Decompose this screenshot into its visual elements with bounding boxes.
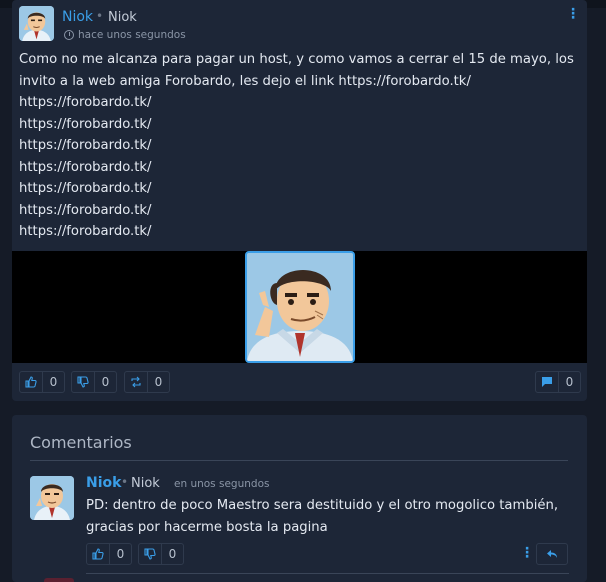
character-illustration [247, 253, 353, 361]
avatar-portrait [30, 476, 74, 520]
thumbs-up-icon [87, 544, 109, 564]
post-link[interactable]: https://forobardo.tk/ [19, 135, 579, 157]
author-handle[interactable]: Niok [108, 10, 137, 25]
dislike-count: 0 [161, 544, 183, 564]
comment-actions: 0 0 ⋮ [86, 543, 576, 565]
post-link[interactable]: https://forobardo.tk/ [19, 200, 579, 222]
comment-author-name[interactable]: Niok [86, 475, 121, 491]
comment-avatar[interactable] [30, 476, 74, 520]
reply-button[interactable] [536, 543, 568, 565]
comment-like-button[interactable]: 0 [86, 543, 132, 565]
divider [86, 573, 569, 574]
kebab-icon[interactable]: ⋮ [520, 545, 534, 561]
post-media [12, 251, 587, 363]
like-button[interactable]: 0 [19, 371, 65, 393]
thumbs-up-icon [20, 372, 42, 392]
thumbs-down-icon [72, 372, 94, 392]
post-body: Como no me alcanza para pagar un host, y… [19, 49, 579, 243]
author-name[interactable]: Niok [62, 9, 93, 25]
avatar[interactable] [19, 6, 54, 41]
divider [30, 460, 568, 461]
comment-button[interactable]: 0 [535, 371, 581, 393]
post-line: Como no me alcanza para pagar un host, y… [19, 52, 574, 89]
time-text: hace unos segundos [78, 29, 186, 41]
dislike-button[interactable]: 0 [71, 371, 117, 393]
post-card: Niok • Niok hace unos segundos ⋮ Como no… [12, 0, 587, 401]
post-link[interactable]: https://forobardo.tk/ [19, 157, 579, 179]
post-link[interactable]: https://forobardo.tk/ [19, 221, 579, 243]
dislike-count: 0 [94, 372, 116, 392]
post-link[interactable]: https://forobardo.tk/ [19, 178, 579, 200]
comments-title: Comentarios [30, 433, 132, 452]
separator-dot: • [96, 9, 104, 23]
post-link[interactable]: https://forobardo.tk/ [19, 92, 579, 114]
comment-dislike-button[interactable]: 0 [138, 543, 184, 565]
comment-timestamp: en unos segundos [174, 478, 270, 490]
post-timestamp: hace unos segundos [64, 29, 186, 41]
separator-dot: • [121, 475, 129, 489]
comment-count: 0 [558, 372, 580, 392]
reply-icon [547, 550, 557, 558]
like-count: 0 [42, 372, 64, 392]
clock-icon [64, 30, 74, 40]
share-button[interactable]: 0 [124, 371, 170, 393]
comment-icon [536, 372, 558, 392]
comment-text: PD: dentro de poco Maestro sera destitui… [86, 498, 559, 535]
post-actions: 0 0 0 0 [12, 371, 587, 394]
post-link[interactable]: https://forobardo.tk/ [19, 114, 579, 136]
kebab-icon[interactable]: ⋮ [566, 6, 580, 22]
repost-icon [125, 372, 147, 392]
share-count: 0 [147, 372, 169, 392]
like-count: 0 [109, 544, 131, 564]
thumbs-down-icon [139, 544, 161, 564]
next-comment-avatar [44, 578, 74, 582]
avatar-portrait [19, 6, 54, 41]
post-image[interactable] [245, 251, 355, 363]
comment-author-handle[interactable]: Niok [131, 476, 160, 491]
comments-card: Comentarios Niok • Niok en unos segundos… [12, 415, 587, 582]
